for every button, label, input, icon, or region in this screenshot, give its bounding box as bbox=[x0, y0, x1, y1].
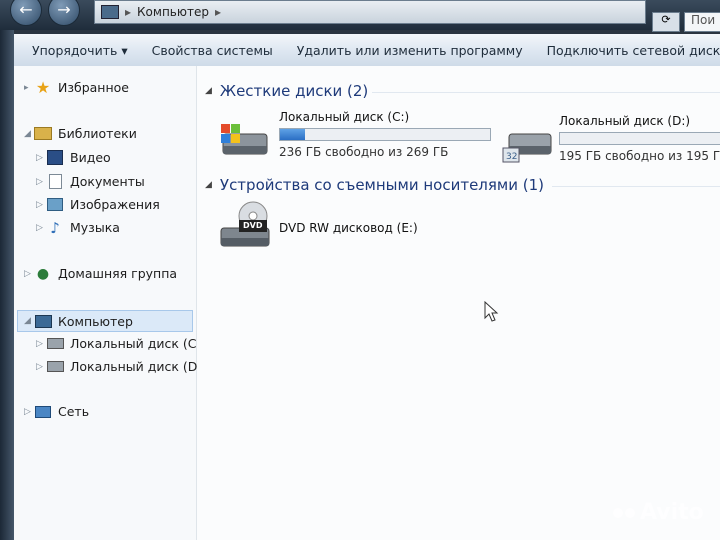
title-bar: ← → ▸ Компьютер ▸ ⟳ Пои bbox=[0, 0, 720, 32]
group-title: Жесткие диски (2) bbox=[219, 82, 369, 100]
chevron-right-icon: ▸ bbox=[214, 5, 221, 19]
drive-usage-bar bbox=[279, 128, 491, 141]
drive-usage-bar bbox=[559, 132, 720, 145]
computer-icon bbox=[101, 5, 119, 19]
nav-label: Локальный диск (C bbox=[70, 336, 197, 351]
avito-watermark: Avito bbox=[612, 500, 704, 525]
uninstall-program-button[interactable]: Удалить или изменить программу bbox=[285, 43, 535, 58]
nav-music[interactable]: ▷ ♪ Музыка bbox=[36, 218, 120, 237]
mouse-cursor-icon bbox=[484, 301, 499, 322]
expand-arrow-icon[interactable]: ▷ bbox=[36, 153, 46, 163]
nav-label: Сеть bbox=[58, 404, 90, 419]
collapse-arrow-icon[interactable]: ◢ bbox=[24, 129, 34, 139]
back-button[interactable]: ← bbox=[10, 0, 42, 26]
nav-documents[interactable]: ▷ Документы bbox=[36, 174, 145, 189]
breadcrumb-computer[interactable]: Компьютер bbox=[137, 5, 209, 19]
navigation-pane: ▸ ★ Избранное ◢ Библиотеки ▷ Видео ▷ Док… bbox=[14, 66, 197, 540]
expand-arrow-icon[interactable]: ▷ bbox=[36, 200, 46, 210]
expand-arrow-icon[interactable]: ▷ bbox=[24, 407, 34, 417]
group-removable[interactable]: ◢ Устройства со съемными носителями (1) bbox=[205, 176, 544, 194]
nav-network[interactable]: ▷ Сеть bbox=[24, 404, 89, 419]
nav-libraries[interactable]: ◢ Библиотеки bbox=[24, 126, 137, 141]
system-properties-button[interactable]: Свойства системы bbox=[140, 43, 285, 58]
network-icon bbox=[34, 404, 52, 419]
refresh-button[interactable]: ⟳ bbox=[652, 12, 680, 32]
dvd-badge: DVD bbox=[243, 221, 263, 230]
svg-text:32: 32 bbox=[506, 152, 517, 162]
hard-drive-icon: 32 bbox=[502, 133, 552, 163]
group-divider bbox=[372, 92, 720, 93]
nav-video[interactable]: ▷ Видео bbox=[36, 150, 111, 165]
nav-label: Видео bbox=[70, 150, 111, 165]
expand-arrow-icon[interactable]: ▷ bbox=[36, 177, 46, 187]
group-divider bbox=[552, 186, 720, 187]
expand-arrow-icon[interactable]: ▷ bbox=[36, 339, 46, 349]
drive-name: Локальный диск (D:) bbox=[559, 114, 691, 128]
drive-usage-fill bbox=[280, 129, 306, 140]
nav-local-disk-d[interactable]: ▷ Локальный диск (D bbox=[36, 359, 197, 374]
avito-logo-icon bbox=[612, 507, 636, 519]
drive-name: DVD RW дисковод (E:) bbox=[279, 221, 418, 235]
group-title: Устройства со съемными носителями (1) bbox=[219, 176, 544, 194]
nav-local-disk-c[interactable]: ▷ Локальный диск (C bbox=[36, 336, 197, 351]
drive-c-icon bbox=[46, 336, 64, 351]
drive-d-icon bbox=[46, 359, 64, 374]
command-bar: Упорядочить ▾ Свойства системы Удалить и… bbox=[14, 34, 720, 67]
images-icon bbox=[46, 197, 64, 212]
nav-homegroup[interactable]: ▷ ● Домашняя группа bbox=[24, 265, 178, 282]
content-pane: ◢ Жесткие диски (2) Локальный диск (C:) … bbox=[197, 66, 720, 540]
music-icon: ♪ bbox=[50, 218, 60, 237]
nav-label: Музыка bbox=[70, 220, 120, 235]
nav-label: Домашняя группа bbox=[58, 266, 178, 281]
video-icon bbox=[46, 150, 64, 165]
hard-drive-windows-icon bbox=[221, 124, 268, 155]
nav-label: Компьютер bbox=[58, 313, 133, 329]
nav-computer[interactable]: ◢ Компьютер bbox=[17, 310, 193, 332]
search-input[interactable]: Пои bbox=[684, 12, 720, 32]
drive-free-space: 195 ГБ свободно из 195 ГБ bbox=[559, 149, 720, 163]
address-bar[interactable]: ▸ Компьютер ▸ bbox=[94, 0, 646, 24]
forward-button[interactable]: → bbox=[48, 0, 80, 26]
map-network-drive-button[interactable]: Подключить сетевой диск bbox=[535, 43, 720, 58]
drive-name: Локальный диск (C:) bbox=[279, 110, 410, 124]
window-border bbox=[0, 30, 14, 540]
expand-arrow-icon[interactable]: ▷ bbox=[24, 269, 34, 279]
nav-favorites[interactable]: ▸ ★ Избранное bbox=[24, 78, 129, 97]
expand-arrow-icon[interactable]: ▷ bbox=[36, 362, 46, 372]
homegroup-icon: ● bbox=[36, 265, 50, 282]
group-hard-drives[interactable]: ◢ Жесткие диски (2) bbox=[205, 82, 368, 100]
collapse-arrow-icon[interactable]: ◢ bbox=[205, 86, 212, 96]
chevron-right-icon: ▸ bbox=[125, 5, 132, 19]
organize-button[interactable]: Упорядочить ▾ bbox=[14, 43, 140, 58]
computer-icon bbox=[34, 314, 52, 329]
collapse-arrow-icon[interactable]: ◢ bbox=[24, 316, 34, 326]
expand-arrow-icon[interactable]: ▷ bbox=[36, 223, 46, 233]
drive-free-space: 236 ГБ свободно из 269 ГБ bbox=[279, 145, 449, 159]
nav-label: Документы bbox=[70, 174, 145, 189]
documents-icon bbox=[46, 174, 64, 189]
expand-arrow-icon[interactable]: ▸ bbox=[24, 83, 34, 93]
nav-label: Локальный диск (D bbox=[70, 359, 198, 374]
watermark-text: Avito bbox=[640, 500, 704, 525]
star-icon: ★ bbox=[35, 78, 51, 97]
nav-label: Библиотеки bbox=[58, 126, 137, 141]
nav-label: Изображения bbox=[70, 197, 160, 212]
collapse-arrow-icon[interactable]: ◢ bbox=[205, 180, 212, 190]
nav-images[interactable]: ▷ Изображения bbox=[36, 197, 160, 212]
library-icon bbox=[34, 126, 52, 141]
nav-label: Избранное bbox=[58, 80, 129, 95]
